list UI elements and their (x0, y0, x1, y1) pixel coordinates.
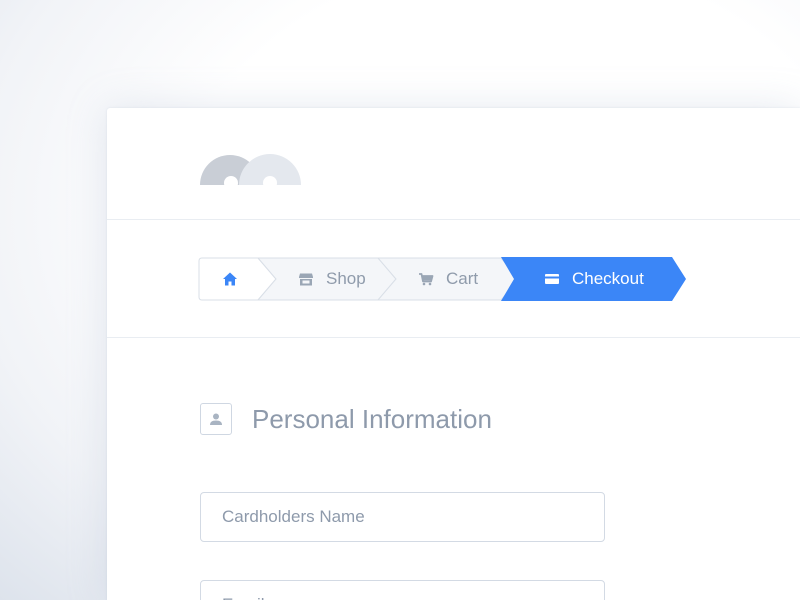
section-header: Personal Information (200, 402, 492, 436)
store-icon (298, 271, 314, 287)
cart-icon (418, 271, 434, 287)
brand-logo[interactable] (200, 154, 304, 185)
home-icon (222, 271, 238, 287)
header (107, 108, 800, 220)
breadcrumb-label: Cart (446, 269, 479, 288)
breadcrumb-label: Shop (326, 269, 366, 288)
breadcrumb: Shop Cart Checkout (198, 257, 698, 303)
logo-shape (200, 154, 301, 185)
user-icon (200, 403, 232, 435)
breadcrumb-row: Shop Cart Checkout (107, 220, 800, 338)
breadcrumb-item-cart[interactable]: Cart (418, 257, 478, 301)
credit-card-icon (544, 271, 560, 287)
breadcrumb-item-shop[interactable]: Shop (298, 257, 366, 301)
checkout-card: Shop Cart Checkout Personal Information … (107, 108, 800, 600)
breadcrumb-label: Checkout (572, 269, 644, 288)
email-input[interactable] (200, 580, 605, 600)
section-title: Personal Information (252, 403, 492, 434)
breadcrumb-item-home[interactable] (198, 257, 262, 301)
breadcrumb-item-checkout[interactable]: Checkout (544, 257, 644, 301)
cardholder-name-input[interactable] (200, 492, 605, 542)
